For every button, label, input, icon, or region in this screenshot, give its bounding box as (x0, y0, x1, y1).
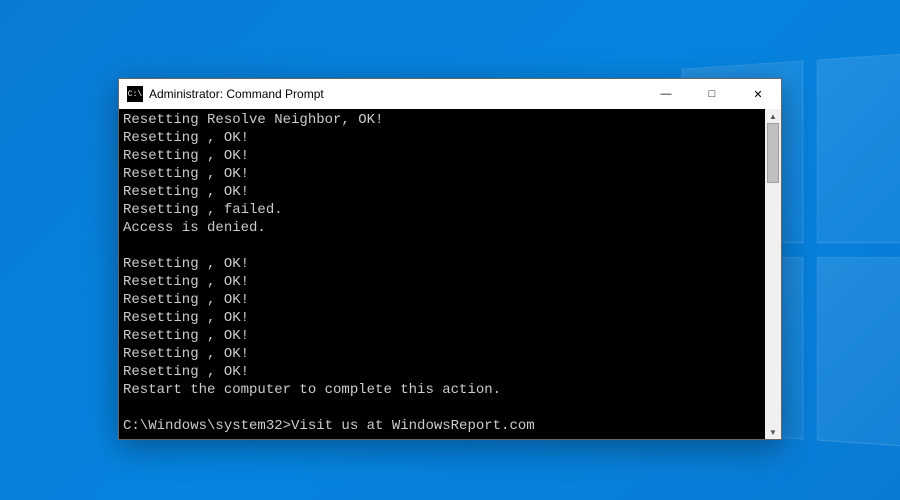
scroll-down-arrow[interactable]: ▼ (765, 425, 781, 439)
window-title: Administrator: Command Prompt (149, 87, 643, 101)
titlebar[interactable]: C:\ Administrator: Command Prompt — □ ✕ (119, 79, 781, 109)
maximize-button[interactable]: □ (689, 79, 735, 109)
scrollbar-thumb[interactable] (767, 123, 779, 183)
terminal-body-wrap: Resetting Resolve Neighbor, OK! Resettin… (119, 109, 781, 439)
cmd-icon: C:\ (127, 86, 143, 102)
vertical-scrollbar[interactable]: ▲ ▼ (765, 109, 781, 439)
terminal-output[interactable]: Resetting Resolve Neighbor, OK! Resettin… (119, 109, 765, 439)
close-button[interactable]: ✕ (735, 79, 781, 109)
window-controls: — □ ✕ (643, 79, 781, 109)
command-prompt-window: C:\ Administrator: Command Prompt — □ ✕ … (118, 78, 782, 440)
scroll-up-arrow[interactable]: ▲ (765, 109, 781, 123)
minimize-button[interactable]: — (643, 79, 689, 109)
